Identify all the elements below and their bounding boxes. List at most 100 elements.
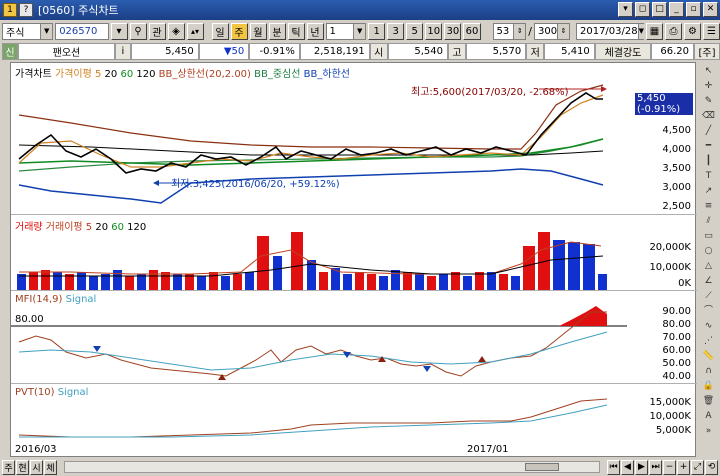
interval-select[interactable]: 1 ▼ [325, 22, 367, 40]
legend-volume[interactable]: 거래량 [15, 222, 43, 233]
lock-icon[interactable]: 🔒 [701, 379, 717, 393]
maximize-button[interactable]: ▫ [686, 2, 701, 17]
trash-icon[interactable]: 🗑 [701, 394, 717, 408]
count-stepper[interactable]: 53 ⇕ [492, 22, 527, 40]
dropdown-button[interactable]: ▾ [110, 22, 128, 40]
scroll-right-icon[interactable]: ▶ [635, 459, 648, 475]
expand-icon[interactable]: » [701, 424, 717, 438]
period-month-button[interactable]: 월 [249, 22, 267, 40]
stock-code-input[interactable]: 026570 [55, 22, 109, 40]
legend-bb-upper[interactable]: BB_상한선(20,2.00) [159, 69, 251, 80]
scroll-thumb[interactable] [525, 463, 559, 471]
cursor-icon[interactable]: ↖ [701, 64, 717, 78]
legend-vol-ma5[interactable]: 거래이평 5 [46, 222, 92, 233]
help-icon[interactable]: ? [19, 3, 33, 17]
zoom-in-icon[interactable]: + [677, 459, 690, 475]
legend-price[interactable]: 가격차트 [15, 69, 52, 80]
chevron-down-icon: ▼ [353, 23, 366, 39]
gann-icon[interactable]: ⟋ [701, 289, 717, 303]
compare-button[interactable]: ◈ [167, 22, 185, 40]
volume-bars [17, 232, 607, 290]
bottom-button[interactable]: 시 [30, 459, 43, 475]
wave-icon[interactable]: ∿ [701, 319, 717, 333]
legend-ma120[interactable]: 120 [136, 69, 155, 80]
fibonacci-icon[interactable]: ≡ [701, 199, 717, 213]
speed-icon[interactable]: ⋰ [701, 334, 717, 348]
pin-button[interactable]: □ [652, 2, 667, 17]
mfi-panel[interactable]: MFI(14,9) Signal 80.00 90.00 80.00 70.00… [11, 292, 697, 384]
hline-icon[interactable]: ━ [701, 139, 717, 153]
list-icon[interactable]: ☰ [702, 22, 720, 40]
grid-icon[interactable]: ▦ [645, 22, 663, 40]
legend-pvt[interactable]: PVT(10) [15, 387, 55, 398]
pencil-icon[interactable]: ✎ [701, 94, 717, 108]
chart-type-button[interactable]: 관 [148, 22, 166, 40]
reset-icon[interactable]: ⟲ [705, 459, 718, 475]
interval-60-button[interactable]: 60 [463, 22, 481, 40]
period-minute-button[interactable]: 분 [268, 22, 286, 40]
date-select[interactable]: 2017/03/28 ▼ [575, 22, 645, 40]
bottom-button[interactable]: 주 [2, 459, 15, 475]
volume-panel[interactable]: 거래량 거래이평 5 20 60 120 20,000K 10,000K 0K [11, 216, 697, 291]
cycle-icon[interactable]: ⌒ [701, 304, 717, 318]
period-day-button[interactable]: 일 [211, 22, 229, 40]
info-icon[interactable]: i [114, 42, 131, 60]
legend-mfi[interactable]: MFI(14,9) [15, 294, 62, 305]
text-icon[interactable]: T [701, 169, 717, 183]
period-year-button[interactable]: 년 [306, 22, 324, 40]
interval-30-button[interactable]: 30 [444, 22, 462, 40]
period-week-button[interactable]: 주 [230, 22, 248, 40]
legend-bb-mid[interactable]: BB_중심선 [254, 69, 300, 80]
interval-5-button[interactable]: 5 [406, 22, 424, 40]
restore-button[interactable]: ◻ [635, 2, 650, 17]
period-tick-button[interactable]: 틱 [287, 22, 305, 40]
legend-ma5[interactable]: 가격이평 5 [55, 69, 101, 80]
crosshair-icon[interactable]: ✛ [701, 79, 717, 93]
print-icon[interactable]: ⎙ [664, 22, 682, 40]
bottom-button[interactable]: 현 [16, 459, 29, 475]
rectangle-icon[interactable]: ▭ [701, 229, 717, 243]
minimize-button[interactable]: _ [669, 2, 684, 17]
line-icon[interactable]: ╱ [701, 124, 717, 138]
close-button[interactable]: ✕ [703, 2, 718, 17]
legend-bb-lower[interactable]: BB_하한선 [304, 69, 350, 80]
legend-ma20[interactable]: 20 [105, 69, 118, 80]
window-menu-button[interactable]: ▾ [618, 2, 633, 17]
settings-icon[interactable]: ⚙ [683, 22, 701, 40]
fit-icon[interactable]: ⤢ [691, 459, 704, 475]
stepper-button[interactable]: ▴▾ [186, 22, 204, 40]
scroll-last-icon[interactable]: ⏭ [649, 459, 662, 475]
scroll-track[interactable] [64, 461, 600, 473]
price-panel[interactable]: 가격차트 가격이평 5 20 60 120 BB_상한선(20,2.00) BB… [11, 63, 697, 215]
angle-icon[interactable]: ∠ [701, 274, 717, 288]
zoom-out-icon[interactable]: − [663, 459, 676, 475]
high-annotation: 최고:5,600(2017/03/20, -2.68%) [411, 87, 569, 98]
total-count-input[interactable]: 300 ⇕ [533, 22, 570, 40]
legend-vol-ma60[interactable]: 60 [111, 222, 124, 233]
legend-mfi-signal[interactable]: Signal [66, 294, 97, 305]
magnet-icon[interactable]: ∩ [701, 364, 717, 378]
circle-icon[interactable]: ○ [701, 244, 717, 258]
scroll-left-icon[interactable]: ◀ [621, 459, 634, 475]
search-icon[interactable]: ⚲ [129, 22, 147, 40]
legend-ma60[interactable]: 60 [120, 69, 133, 80]
vline-icon[interactable]: ┃ [701, 154, 717, 168]
eraser-icon[interactable]: ⌫ [701, 109, 717, 123]
interval-10-button[interactable]: 10 [425, 22, 443, 40]
chart-area[interactable]: 가격차트 가격이평 5 20 60 120 BB_상한선(20,2.00) BB… [10, 62, 697, 457]
bottom-button[interactable]: 체 [44, 459, 57, 475]
legend-vol-ma20[interactable]: 20 [95, 222, 108, 233]
arrow-icon[interactable]: ↗ [701, 184, 717, 198]
triangle-icon[interactable]: △ [701, 259, 717, 273]
interval-3-button[interactable]: 3 [387, 22, 405, 40]
current-price: 5,450 [130, 42, 199, 60]
market-select[interactable]: 주식 ▼ [2, 22, 54, 40]
auto-icon[interactable]: A [701, 409, 717, 423]
legend-pvt-signal[interactable]: Signal [58, 387, 89, 398]
interval-1-button[interactable]: 1 [368, 22, 386, 40]
pvt-panel[interactable]: PVT(10) Signal 15,000K 10,000K 5,000K [11, 385, 697, 443]
scroll-first-icon[interactable]: ⏮ [607, 459, 620, 475]
legend-vol-ma120[interactable]: 120 [127, 222, 146, 233]
ruler-icon[interactable]: 📏 [701, 349, 717, 363]
channel-icon[interactable]: ⫽ [701, 214, 717, 228]
